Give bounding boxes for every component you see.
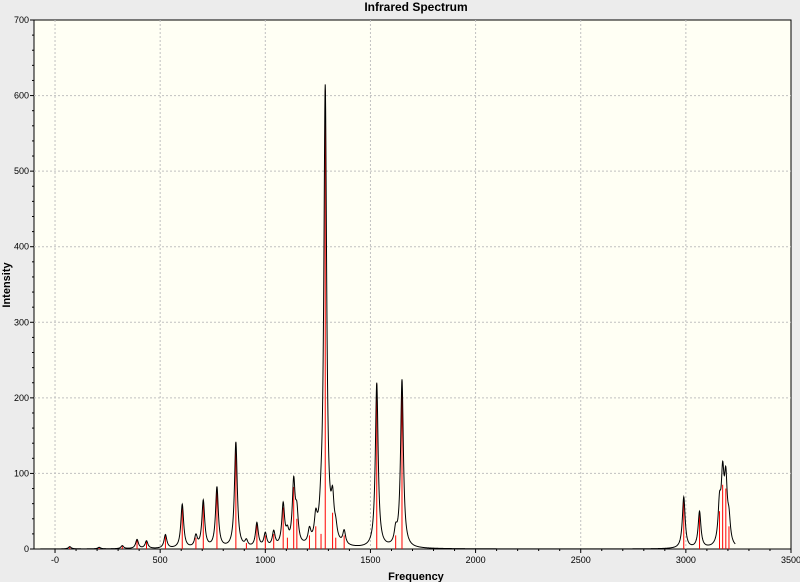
chart-title: Infrared Spectrum — [364, 0, 467, 14]
x-tick-label: 3000 — [676, 555, 696, 565]
y-tick-label: 700 — [14, 15, 29, 25]
y-tick-label: 400 — [14, 242, 29, 252]
y-tick-label: 500 — [14, 166, 29, 176]
x-tick-label: 1500 — [360, 555, 380, 565]
x-tick-label: 2000 — [466, 555, 486, 565]
infrared-spectrum-chart: Infrared Spectrum 0 100 200 300 400 500 600 700… — [1, 0, 800, 582]
y-tick-label: 600 — [14, 91, 29, 101]
x-tick-label: 2500 — [571, 555, 591, 565]
y-tick-labels: 0 100 200 300 400 500 600 700 — [14, 15, 29, 554]
y-tick-label: 0 — [24, 544, 29, 554]
x-tick-label: -0 — [51, 555, 59, 565]
plot-area — [33, 19, 792, 550]
x-tick-labels: -0 500 1000 1500 2000 2500 3000 3500 — [51, 555, 800, 565]
x-tick-label: 1000 — [255, 555, 275, 565]
y-tick-label: 200 — [14, 393, 29, 403]
x-tick-label: 500 — [153, 555, 168, 565]
x-axis-label: Frequency — [388, 571, 445, 582]
y-tick-label: 100 — [14, 468, 29, 478]
x-tick-label: 3500 — [781, 555, 800, 565]
y-axis-label: Intensity — [1, 262, 13, 308]
y-tick-label: 300 — [14, 317, 29, 327]
